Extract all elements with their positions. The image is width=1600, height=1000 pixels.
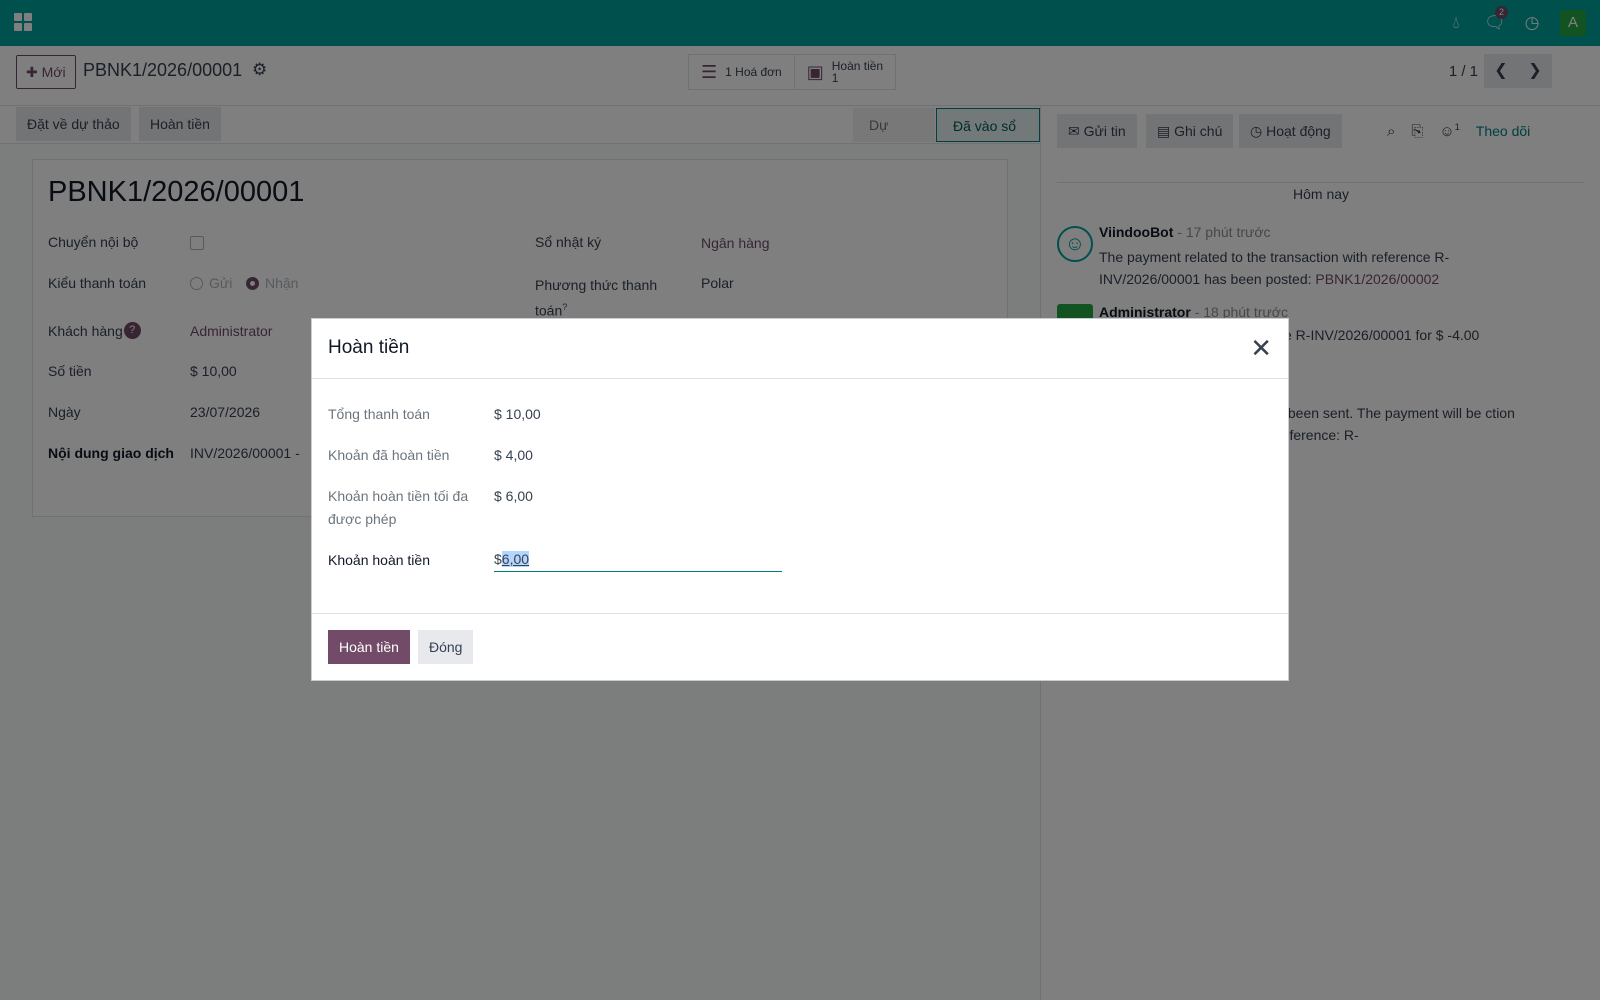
- confirm-refund-button[interactable]: Hoàn tiền: [328, 630, 410, 664]
- refund-dialog: Hoàn tiền ✕ Tổng thanh toán $ 10,00 Khoả…: [311, 318, 1289, 681]
- max-refund-value: $ 6,00: [494, 488, 533, 504]
- dialog-title: Hoàn tiền: [328, 337, 410, 358]
- refund-amount-label: Khoản hoàn tiền: [328, 552, 430, 568]
- currency-symbol: $: [494, 551, 502, 567]
- total-payment-value: $ 10,00: [494, 406, 541, 422]
- close-button[interactable]: Đóng: [418, 630, 474, 664]
- max-refund-label: Khoản hoàn tiền tối đa được phép: [328, 488, 469, 527]
- refund-amount-field[interactable]: $6,00: [494, 548, 782, 572]
- dialog-footer: Hoàn tiền Đóng: [312, 613, 1288, 680]
- total-payment-label: Tổng thanh toán: [328, 406, 430, 422]
- refunded-amount-label: Khoản đã hoàn tiền: [328, 447, 450, 463]
- refund-amount-input[interactable]: 6,00: [501, 551, 530, 567]
- refunded-amount-value: $ 4,00: [494, 447, 533, 463]
- close-icon[interactable]: ✕: [1250, 335, 1272, 361]
- dialog-header: Hoàn tiền ✕: [312, 319, 1288, 379]
